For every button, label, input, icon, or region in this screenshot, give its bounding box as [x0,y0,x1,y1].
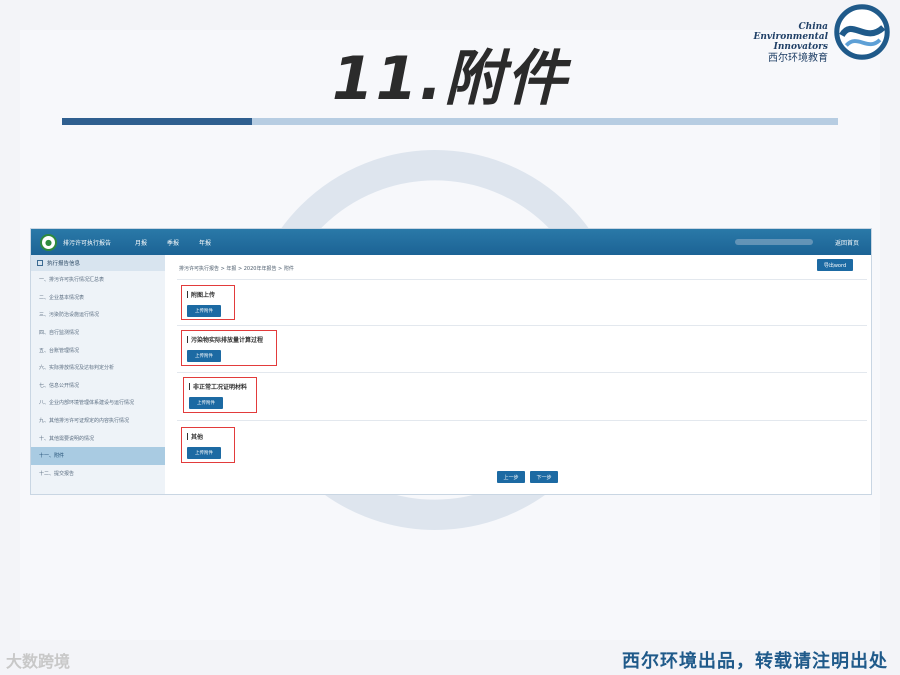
sidebar-item-monitoring[interactable]: 四、自行监测情况 [31,324,165,342]
nav-monthly[interactable]: 月报 [135,238,147,247]
upload-drawings-button[interactable]: 上传附件 [187,305,221,317]
section-label-abnormal-conditions: 非正常工况证明材料 [189,382,247,391]
user-info-blurred [734,239,813,245]
sidebar-header: 执行报告信息 [31,255,165,271]
title-underline-dark [62,118,252,125]
section-label-emission-calc: 污染物实际排放量计算过程 [187,335,263,344]
brand-chinese: 西尔环境教育 [768,53,828,64]
app-title: 排污许可执行报告 [63,239,112,247]
app-body: 执行报告信息 一、排污许可执行情况汇总表 二、企业基本情况表 三、污染防治设施运… [31,255,871,494]
environment-emblem-icon: ● [40,233,57,251]
section-divider [177,420,867,421]
brand-logo-icon [834,4,890,60]
footer-copyright: 西尔环境出品，转载请注明出处 [622,651,888,672]
nav-quarterly[interactable]: 季报 [167,238,179,247]
upload-other-button[interactable]: 上传附件 [187,447,221,459]
section-divider [177,372,867,373]
footer-watermark-left: 大数跨境 [6,652,71,671]
brand-line-2: Environmental [753,32,828,42]
sidebar-item-other-permit[interactable]: 九、其他排污许可证规定的内容执行情况 [31,412,165,430]
app-window: ● 排污许可执行报告 月报 季报 年报 返回首页 执行报告信息 一、排污许可执行… [30,228,872,495]
prev-step-button[interactable]: 上一步 [497,471,525,483]
home-link[interactable]: 返回首页 [835,238,859,247]
export-word-button[interactable]: 导出word [817,259,853,271]
section-label-drawings: 附图上传 [187,290,215,299]
sidebar-item-facilities[interactable]: 三、污染防治设施运行情况 [31,306,165,324]
sidebar-item-disclosure[interactable]: 七、信息公开情况 [31,377,165,395]
sidebar-item-ledger[interactable]: 五、台账管理情况 [31,341,165,359]
section-label-other: 其他 [187,432,203,441]
sidebar-item-submit[interactable]: 十二、提交报告 [31,465,165,483]
sidebar-item-basic-info[interactable]: 二、企业基本情况表 [31,289,165,307]
sidebar-item-summary[interactable]: 一、排污许可执行情况汇总表 [31,271,165,289]
sidebar: 执行报告信息 一、排污许可执行情况汇总表 二、企业基本情况表 三、污染防治设施运… [31,255,165,494]
report-icon [37,260,43,266]
sidebar-header-label: 执行报告信息 [47,261,81,267]
sidebar-item-attachments[interactable]: 十一、附件 [31,446,165,465]
section-divider [177,325,867,326]
brand-block: China Environmental Innovators 西尔环境教育 [728,22,828,65]
sidebar-item-other-notes[interactable]: 十、其他需要说明的情况 [31,429,165,447]
nav-annual[interactable]: 年报 [199,238,211,247]
upload-abnormal-conditions-button[interactable]: 上传附件 [189,397,223,409]
sidebar-item-management[interactable]: 八、企业内部环境管理体系建设与运行情况 [31,394,165,412]
section-divider [177,279,867,280]
sidebar-item-emissions[interactable]: 六、实际排放情况及达标判定分析 [31,359,165,377]
breadcrumb: 排污许可执行报告 > 年报 > 2020年年报告 > 附件 [179,266,294,272]
brand-line-1: China [798,22,828,32]
next-step-button[interactable]: 下一步 [530,471,558,483]
brand-line-3: Innovators [773,42,828,52]
app-header: ● 排污许可执行报告 月报 季报 年报 返回首页 [31,229,871,255]
title-underline-light [252,118,838,125]
upload-emission-calc-button[interactable]: 上传附件 [187,350,221,362]
main-content: 排污许可执行报告 > 年报 > 2020年年报告 > 附件 导出word 附图上… [177,255,867,494]
